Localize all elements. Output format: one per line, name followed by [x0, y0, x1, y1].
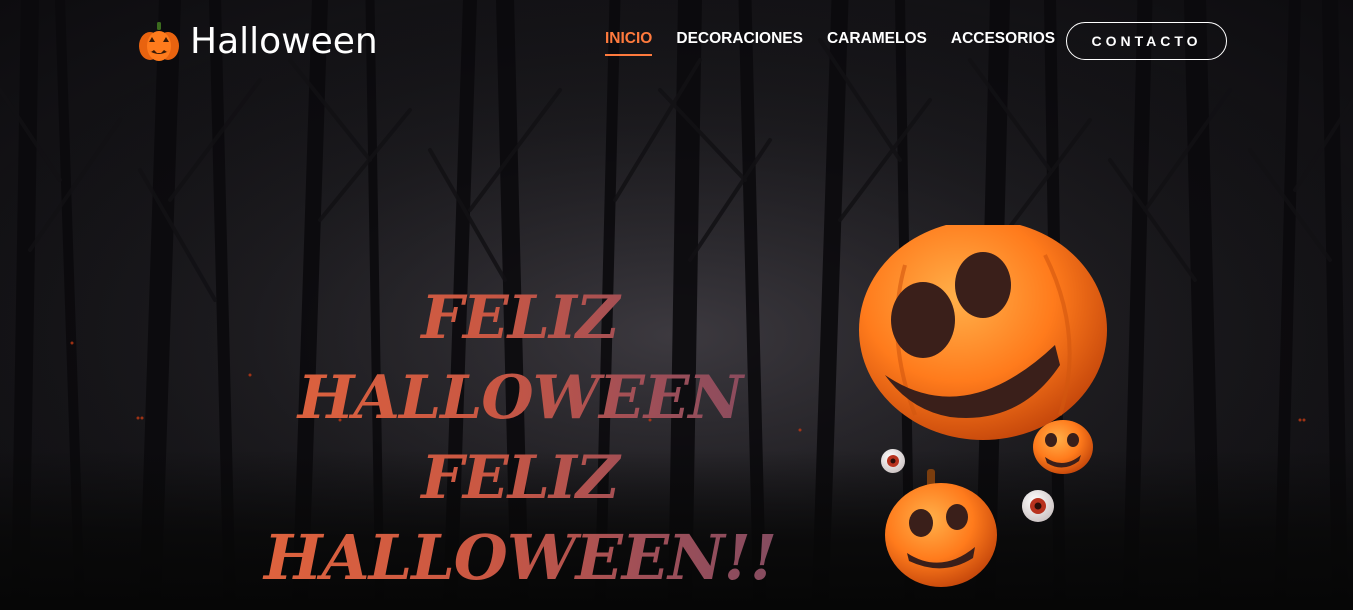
pumpkin-icon	[139, 22, 179, 61]
hero-line-1: Feliz Halloween	[215, 278, 825, 438]
hero-heading: Feliz Halloween Feliz Halloween!!	[215, 278, 825, 598]
eyeball-icon-2	[1022, 490, 1054, 522]
brand-title: Halloween	[190, 21, 378, 62]
big-pumpkin-icon	[859, 225, 1107, 440]
nav-item-inicio[interactable]: INICIO	[605, 30, 653, 56]
pumpkins-illustration	[859, 225, 1107, 587]
nav-item-caramelos[interactable]: CARAMELOS	[827, 30, 927, 56]
nav-item-decoraciones[interactable]: DECORACIONES	[676, 30, 803, 56]
tiny-pumpkin-icon	[1033, 420, 1093, 474]
hero-line-2: Feliz	[215, 438, 825, 518]
eyeball-icon	[881, 449, 905, 473]
nav-item-accesorios[interactable]: ACCESORIOS	[951, 30, 1055, 56]
main-nav: INICIO DECORACIONES CARAMELOS ACCESORIOS	[605, 30, 1079, 56]
brand-logo[interactable]: Halloween	[136, 20, 378, 64]
contact-button[interactable]: CONTACTO	[1066, 22, 1227, 60]
small-pumpkin-icon	[885, 469, 997, 587]
hero-line-3: Halloween!!	[215, 518, 825, 598]
